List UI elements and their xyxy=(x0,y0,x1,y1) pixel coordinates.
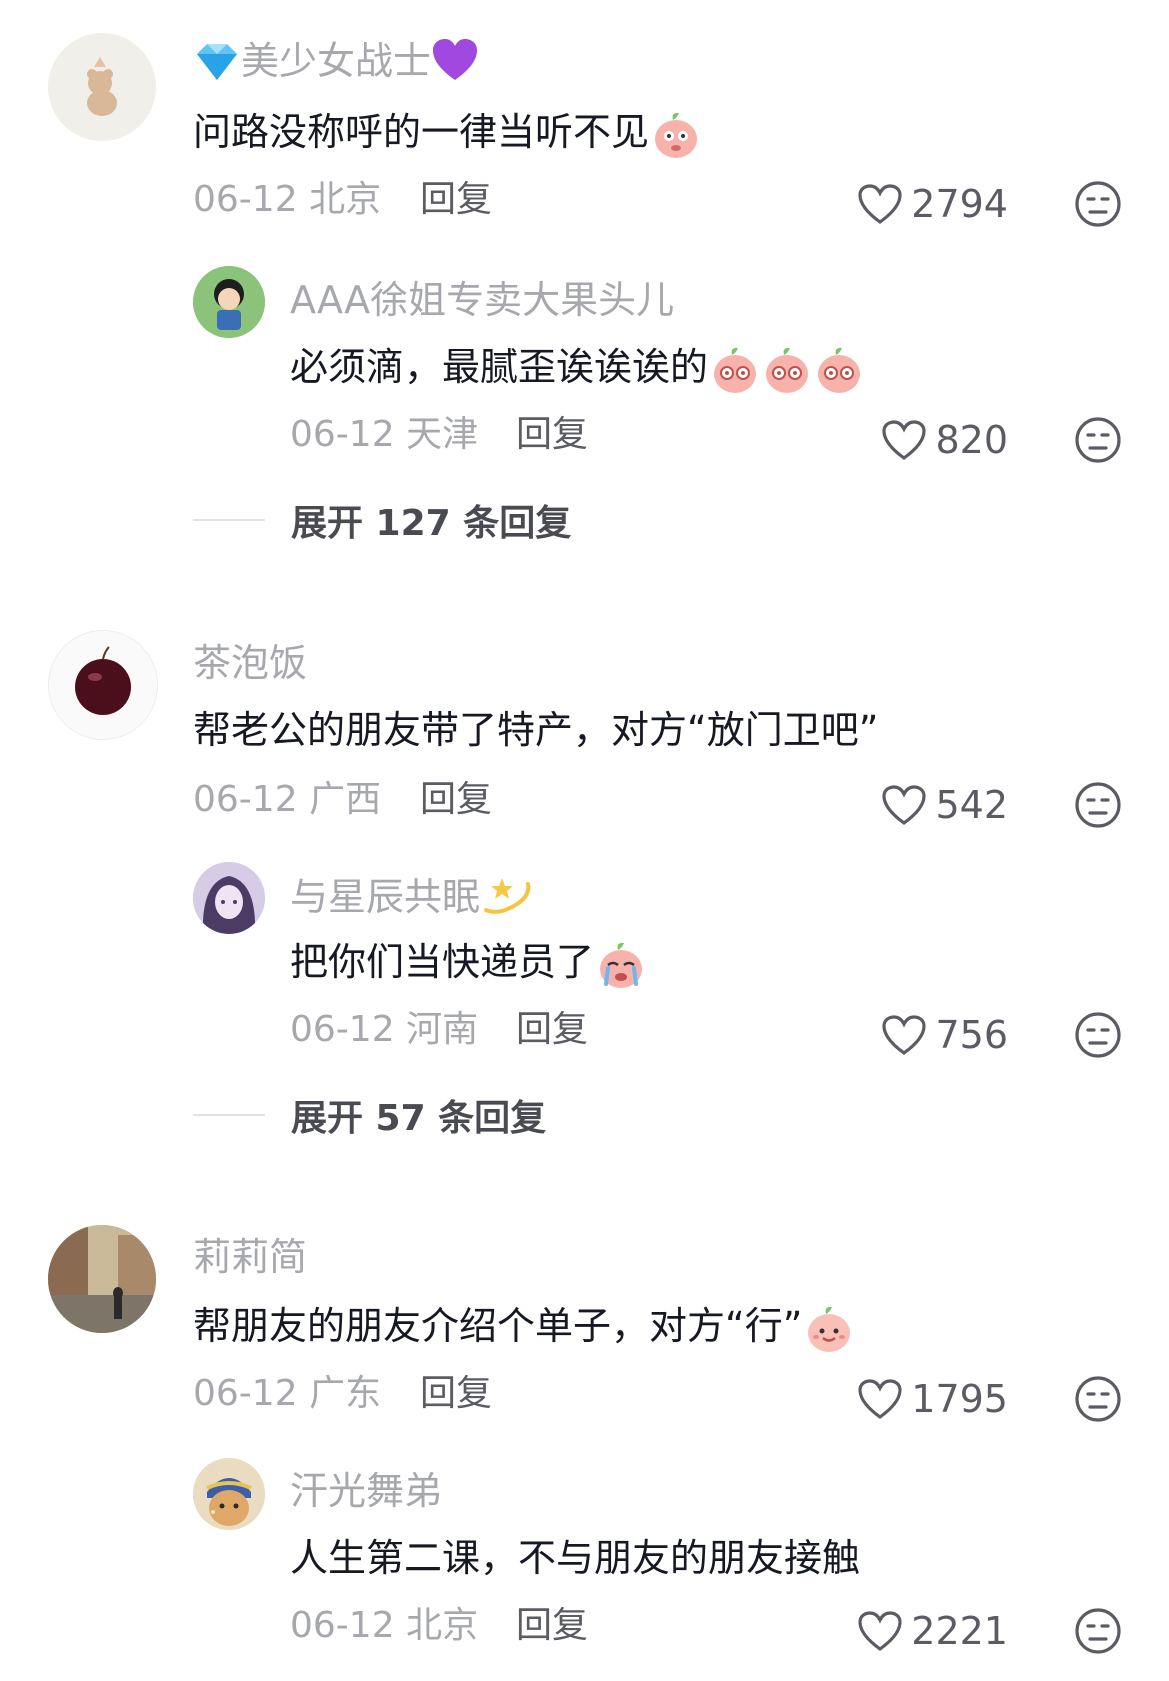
reply-meta: 06-12 天津 xyxy=(290,414,479,455)
reply-username[interactable]: 汗光舞弟 xyxy=(290,1468,442,1514)
reply-avatar[interactable] xyxy=(193,266,265,338)
reply-button[interactable]: 回复 xyxy=(516,413,588,457)
divider xyxy=(193,1114,265,1116)
dislike-icon[interactable] xyxy=(1074,416,1122,464)
reply-meta: 06-12 北京 xyxy=(290,1605,479,1646)
reply-button[interactable]: 回复 xyxy=(420,778,492,822)
peach-emoji-icon xyxy=(714,347,757,393)
like-count: 2221 xyxy=(911,1609,1008,1653)
expand-replies-button[interactable]: 展开 127 条回复 xyxy=(193,497,572,544)
expand-replies-label: 展开 127 条回复 xyxy=(291,503,572,544)
heart-icon xyxy=(882,1015,927,1055)
dislike-icon[interactable] xyxy=(1074,781,1122,829)
reply-username[interactable]: AAA徐姐专卖大果头儿 xyxy=(290,277,674,323)
purple-heart-icon xyxy=(431,38,479,92)
avatar[interactable] xyxy=(48,1225,156,1333)
reply-button[interactable]: 回复 xyxy=(420,178,492,222)
like-count: 2794 xyxy=(911,182,1008,226)
reply-button[interactable]: 回复 xyxy=(420,1372,492,1416)
like-count: 1795 xyxy=(911,1377,1008,1421)
reply-button[interactable]: 回复 xyxy=(516,1604,588,1648)
dislike-icon[interactable] xyxy=(1074,1607,1122,1655)
expand-replies-button[interactable]: 展开 57 条回复 xyxy=(193,1092,547,1139)
dislike-icon[interactable] xyxy=(1074,1375,1122,1423)
username-text: 美少女战士 xyxy=(241,39,432,83)
comment-text: 帮朋友的朋友介绍个单子，对方“行” xyxy=(193,1302,854,1354)
username[interactable]: 茶泡饭 xyxy=(193,640,307,686)
peach-emoji-icon xyxy=(655,112,698,158)
heart-icon xyxy=(858,1611,902,1651)
reply-text: 把你们当快递员了 xyxy=(290,938,646,990)
reply-username-text: 与星辰共眠 xyxy=(290,875,481,919)
dislike-icon[interactable] xyxy=(1074,180,1122,228)
username[interactable]: 美少女战士 xyxy=(193,38,479,92)
crying-peach-emoji-icon xyxy=(600,942,643,988)
divider xyxy=(193,519,265,521)
heart-icon xyxy=(882,785,927,825)
like-button[interactable]: 542 xyxy=(820,781,1008,829)
username[interactable]: 莉莉简 xyxy=(193,1234,307,1280)
dizzy-star-icon xyxy=(480,872,534,928)
like-button[interactable]: 2794 xyxy=(820,180,1008,228)
reply-text: 人生第二课，不与朋友的朋友接触 xyxy=(290,1536,861,1580)
dislike-icon[interactable] xyxy=(1074,1011,1122,1059)
reply-avatar[interactable] xyxy=(193,1458,265,1530)
heart-icon xyxy=(858,184,902,224)
like-count: 820 xyxy=(935,418,1008,462)
heart-icon xyxy=(882,420,927,460)
avatar[interactable] xyxy=(48,630,158,740)
reply-username[interactable]: 与星辰共眠 xyxy=(290,872,534,928)
like-button[interactable]: 2221 xyxy=(820,1607,1008,1655)
like-count: 542 xyxy=(935,783,1008,827)
comment-meta: 06-12 广西 xyxy=(193,779,382,820)
like-button[interactable]: 756 xyxy=(820,1011,1008,1059)
reply-avatar[interactable] xyxy=(193,862,265,934)
peach-emoji-icon xyxy=(818,347,861,393)
expand-replies-label: 展开 57 条回复 xyxy=(291,1098,547,1139)
comment-meta: 06-12 广东 xyxy=(193,1373,382,1414)
comment-text: 帮老公的朋友带了特产，对方“放门卫吧” xyxy=(193,708,879,752)
comment-text: 问路没称呼的一律当听不见 xyxy=(193,108,701,160)
like-count: 756 xyxy=(935,1013,1008,1057)
reply-meta: 06-12 河南 xyxy=(290,1009,479,1050)
peach-emoji-icon xyxy=(766,347,809,393)
avatar[interactable] xyxy=(48,33,156,141)
like-button[interactable]: 1795 xyxy=(820,1375,1008,1423)
reply-text: 必须滴，最腻歪诶诶诶的 xyxy=(290,343,864,395)
diamond-icon xyxy=(193,42,241,92)
smiling-peach-emoji-icon xyxy=(808,1306,851,1352)
like-button[interactable]: 820 xyxy=(820,416,1008,464)
comment-meta: 06-12 北京 xyxy=(193,179,382,220)
heart-icon xyxy=(858,1379,902,1419)
reply-button[interactable]: 回复 xyxy=(516,1008,588,1052)
